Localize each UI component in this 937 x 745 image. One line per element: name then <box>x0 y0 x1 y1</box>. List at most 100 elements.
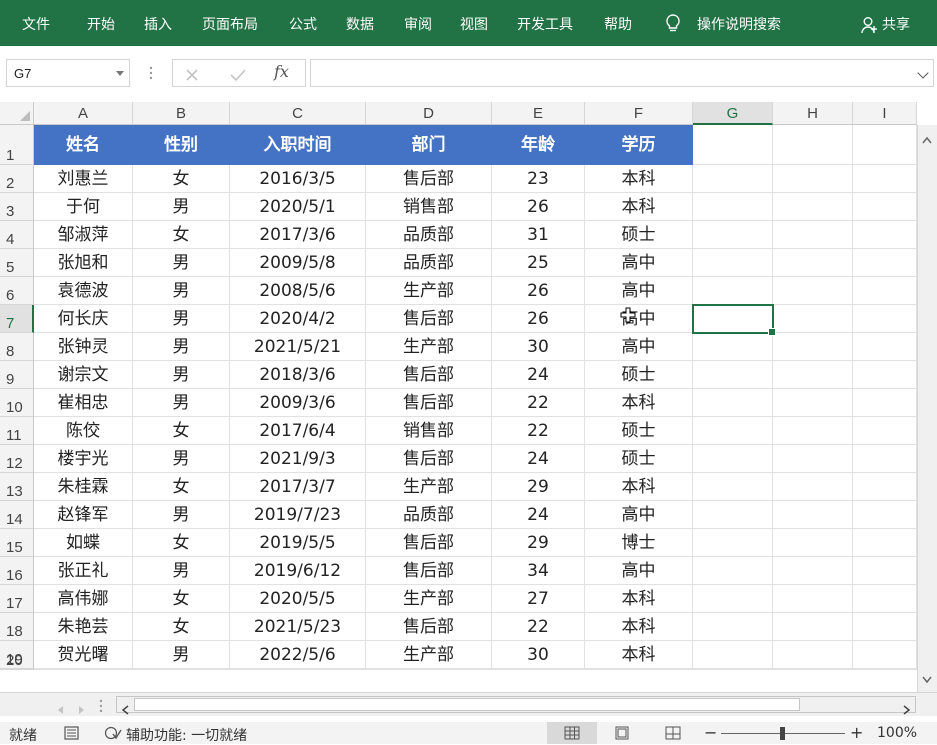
ribbon-tab[interactable]: 审阅 <box>404 0 432 46</box>
data-cell[interactable]: 2020/5/5 <box>230 585 366 613</box>
empty-cell[interactable] <box>773 221 853 249</box>
data-cell[interactable]: 2016/3/5 <box>230 165 366 193</box>
data-cell[interactable]: 硕士 <box>585 445 693 473</box>
data-cell[interactable]: 29 <box>492 529 585 557</box>
empty-cell[interactable] <box>853 333 917 361</box>
data-cell[interactable]: 邹淑萍 <box>34 221 133 249</box>
empty-cell[interactable] <box>853 221 917 249</box>
column-header[interactable]: B <box>133 102 230 125</box>
empty-cell[interactable] <box>773 557 853 585</box>
data-cell[interactable]: 高中 <box>585 557 693 585</box>
data-cell[interactable]: 贺光曙 <box>34 641 133 669</box>
empty-cell[interactable] <box>693 613 773 641</box>
empty-cell[interactable] <box>773 473 853 501</box>
data-cell[interactable]: 男 <box>133 557 230 585</box>
empty-cell[interactable] <box>693 125 773 165</box>
data-cell[interactable]: 如蝶 <box>34 529 133 557</box>
data-cell[interactable]: 张正礼 <box>34 557 133 585</box>
zoom-in-button[interactable]: + <box>850 723 863 742</box>
row-header[interactable]: 3 <box>0 193 34 221</box>
empty-cell[interactable] <box>693 249 773 277</box>
empty-cell[interactable] <box>853 501 917 529</box>
expand-formula-bar-icon[interactable] <box>917 67 929 79</box>
scroll-down-icon[interactable] <box>922 669 932 688</box>
data-cell[interactable]: 26 <box>492 193 585 221</box>
data-cell[interactable]: 女 <box>133 613 230 641</box>
horizontal-scrollbar[interactable] <box>116 696 916 715</box>
row-header[interactable]: 16 <box>0 557 34 585</box>
worksheet-grid[interactable]: A B C D E F G H I 1 2 3 4 5 6 7 8 9 10 11 12 13 14 15 16 17 18 19 20… <box>0 102 937 692</box>
empty-cell[interactable] <box>773 193 853 221</box>
data-cell[interactable]: 本科 <box>585 585 693 613</box>
empty-cell[interactable] <box>853 669 917 670</box>
column-header[interactable]: D <box>366 102 492 125</box>
data-cell[interactable]: 本科 <box>585 473 693 501</box>
formula-input[interactable] <box>310 59 934 87</box>
zoom-slider[interactable] <box>721 727 845 740</box>
empty-cell[interactable] <box>773 417 853 445</box>
empty-cell[interactable] <box>773 389 853 417</box>
data-cell[interactable]: 男 <box>133 193 230 221</box>
data-cell[interactable]: 售后部 <box>366 557 492 585</box>
data-cell[interactable]: 售后部 <box>366 613 492 641</box>
empty-cell[interactable] <box>853 613 917 641</box>
normal-view-button[interactable] <box>547 722 597 744</box>
ribbon-tab[interactable]: 公式 <box>289 0 317 46</box>
ribbon-tab[interactable]: 文件 <box>22 0 50 46</box>
column-header[interactable]: I <box>853 102 917 125</box>
empty-cell[interactable] <box>492 669 585 670</box>
data-cell[interactable]: 楼宇光 <box>34 445 133 473</box>
data-cell[interactable]: 2021/5/23 <box>230 613 366 641</box>
row-header[interactable]: 13 <box>0 473 34 501</box>
empty-cell[interactable] <box>773 613 853 641</box>
ribbon-tab[interactable]: 开发工具 <box>517 0 573 46</box>
empty-cell[interactable] <box>693 417 773 445</box>
empty-cell[interactable] <box>773 641 853 669</box>
data-cell[interactable]: 谢宗文 <box>34 361 133 389</box>
empty-cell[interactable] <box>34 669 133 670</box>
data-cell[interactable]: 2019/6/12 <box>230 557 366 585</box>
empty-cell[interactable] <box>853 249 917 277</box>
data-cell[interactable]: 朱艳芸 <box>34 613 133 641</box>
empty-cell[interactable] <box>230 669 366 670</box>
data-cell[interactable]: 硕士 <box>585 417 693 445</box>
ribbon-tab[interactable]: 页面布局 <box>202 0 258 46</box>
empty-cell[interactable] <box>853 277 917 305</box>
data-cell[interactable]: 品质部 <box>366 501 492 529</box>
data-cell[interactable]: 31 <box>492 221 585 249</box>
empty-cell[interactable] <box>693 501 773 529</box>
row-header[interactable]: 17 <box>0 585 34 613</box>
next-sheet-icon[interactable] <box>78 700 86 719</box>
empty-cell[interactable] <box>773 361 853 389</box>
data-cell[interactable]: 22 <box>492 417 585 445</box>
row-header[interactable]: 12 <box>0 445 34 473</box>
empty-cell[interactable] <box>853 193 917 221</box>
data-cell[interactable]: 何长庆 <box>34 305 133 333</box>
header-cell[interactable]: 入职时间 <box>230 125 366 165</box>
data-cell[interactable]: 生产部 <box>366 641 492 669</box>
data-cell[interactable]: 陈佼 <box>34 417 133 445</box>
data-cell[interactable]: 26 <box>492 305 585 333</box>
header-cell[interactable]: 姓名 <box>34 125 133 165</box>
row-header[interactable]: 1 <box>0 125 34 165</box>
empty-cell[interactable] <box>773 445 853 473</box>
empty-cell[interactable] <box>693 585 773 613</box>
data-cell[interactable]: 2009/5/8 <box>230 249 366 277</box>
data-cell[interactable]: 生产部 <box>366 333 492 361</box>
data-cell[interactable]: 22 <box>492 389 585 417</box>
data-cell[interactable]: 29 <box>492 473 585 501</box>
row-header[interactable]: 2 <box>0 165 34 193</box>
empty-cell[interactable] <box>773 305 853 333</box>
accessibility-status[interactable]: 辅助功能: 一切就绪 <box>126 725 247 745</box>
data-cell[interactable]: 张旭和 <box>34 249 133 277</box>
empty-cell[interactable] <box>773 585 853 613</box>
data-cell[interactable]: 男 <box>133 641 230 669</box>
empty-cell[interactable] <box>853 305 917 333</box>
row-header[interactable]: 5 <box>0 249 34 277</box>
data-cell[interactable]: 2021/9/3 <box>230 445 366 473</box>
data-cell[interactable]: 朱桂霖 <box>34 473 133 501</box>
data-cell[interactable]: 22 <box>492 613 585 641</box>
data-cell[interactable]: 生产部 <box>366 585 492 613</box>
empty-cell[interactable] <box>853 585 917 613</box>
row-header[interactable]: 9 <box>0 361 34 389</box>
